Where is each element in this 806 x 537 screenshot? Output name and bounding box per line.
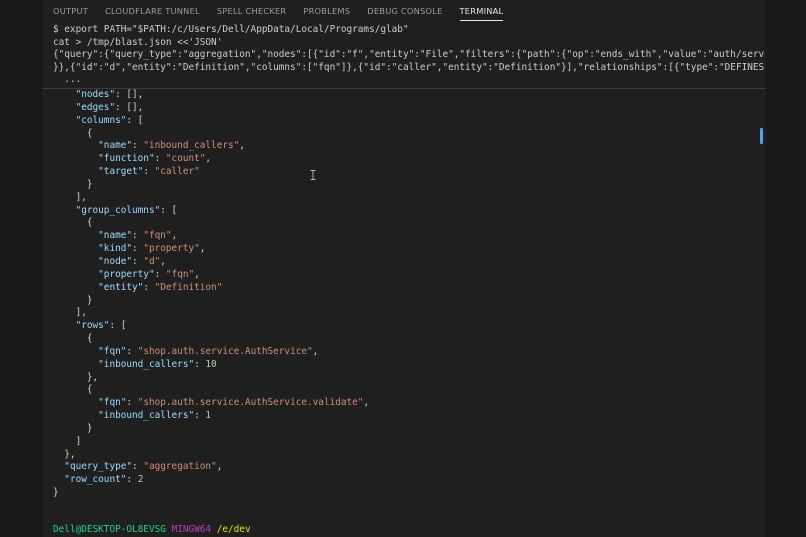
output-line: ], [53, 307, 87, 319]
output-line: "inbound_callers": 10 [98, 358, 217, 370]
command-input-area[interactable]: $ export PATH="$PATH:/c/Users/Dell/AppDa… [53, 24, 765, 88]
output-line: } [53, 294, 93, 306]
left-gutter [0, 0, 42, 537]
output-line: "node": "d", [98, 255, 166, 267]
output-line: "row_count": 2 [64, 474, 144, 486]
output-line: { [53, 333, 93, 345]
output-line: ] [53, 435, 82, 447]
tab-spell-checker[interactable]: SPELL CHECKER [217, 0, 287, 22]
output-line: "query_type": "aggregation", [64, 461, 223, 473]
tab-output[interactable]: OUTPUT [53, 0, 88, 22]
output-line: "name": "inbound_callers", [98, 140, 245, 152]
command-line: {"query":{"query_type":"aggregation","no… [53, 49, 765, 61]
output-line: "rows": [ [75, 320, 127, 332]
panel-tab-bar: OUTPUT CLOUDFLARE TUNNEL SPELL CHECKER P… [53, 0, 520, 22]
output-line: "entity": "Definition" [98, 281, 223, 293]
right-gutter [766, 0, 806, 537]
tab-terminal[interactable]: TERMINAL [459, 0, 504, 22]
output-line: "target": "caller" [98, 166, 200, 178]
command-line: }},{"id":"d","entity":"Definition","colu… [53, 61, 765, 73]
command-line: cat > /tmp/blast.json <<'JSON' [53, 36, 223, 48]
output-line: } [53, 487, 59, 499]
output-line: "function": "count", [98, 153, 212, 165]
output-line: "group_columns": [ [75, 204, 178, 216]
output-line: { [53, 217, 93, 229]
output-line: "nodes": [], [75, 89, 144, 100]
prompt-system: MINGW64 [171, 524, 212, 535]
output-line: "fqn": "shop.auth.service.AuthService.va… [98, 397, 370, 409]
output-line: { [53, 384, 93, 396]
output-line: }, [53, 371, 99, 383]
tab-debug-console[interactable]: DEBUG CONSOLE [367, 0, 442, 22]
output-line: "columns": [ [75, 114, 144, 126]
terminal-scrollbar[interactable] [758, 88, 764, 537]
output-line: } [53, 422, 93, 434]
command-line: ... [53, 74, 82, 86]
output-line: { [53, 127, 93, 139]
terminal-panel: OUTPUT CLOUDFLARE TUNNEL SPELL CHECKER P… [42, 0, 766, 537]
command-line: $ export PATH="$PATH:/c/Users/Dell/AppDa… [53, 24, 409, 35]
output-line: } [53, 178, 93, 190]
output-line: "inbound_callers": 1 [98, 410, 212, 422]
output-line: "fqn": "shop.auth.service.AuthService", [98, 345, 319, 357]
prompt-directory: /e/dev [216, 524, 251, 535]
output-line: "name": "fqn", [98, 230, 178, 242]
tab-cloudflare-tunnel[interactable]: CLOUDFLARE TUNNEL [105, 0, 200, 22]
output-line: "property": "fqn", [98, 268, 200, 280]
terminal-output[interactable]: "nodes": [], "edges": [], "columns": [ {… [53, 89, 753, 500]
prompt-user: Dell@DESKTOP-OL8EVSG [53, 524, 166, 535]
scrollbar-thumb[interactable] [760, 128, 763, 144]
text-cursor-icon [310, 170, 316, 180]
tab-problems[interactable]: PROBLEMS [303, 0, 350, 22]
output-line: }, [53, 448, 76, 460]
output-line: "kind": "property", [98, 243, 206, 255]
shell-prompt: Dell@DESKTOP-OL8EVSG MINGW64 /e/dev [53, 524, 251, 536]
output-line: "edges": [], [75, 101, 144, 113]
output-line: ], [53, 191, 87, 203]
